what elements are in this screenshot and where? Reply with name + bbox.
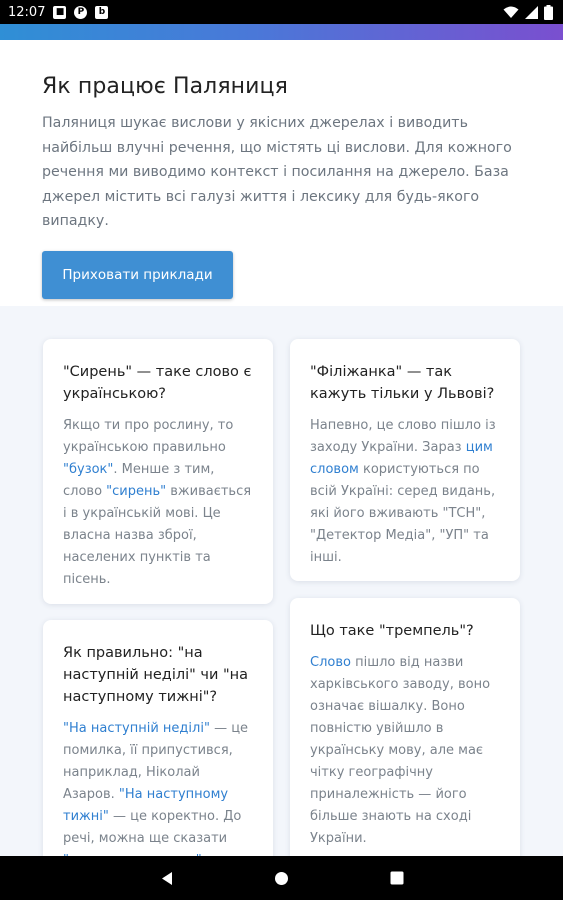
notification-b-icon: b <box>95 5 109 19</box>
example-card: Як правильно: "на наступній неділі" чи "… <box>43 620 273 856</box>
wifi-icon <box>503 6 519 18</box>
example-card-body: "На наступній неділі" — це помилка, її п… <box>63 718 253 856</box>
android-navigation-bar <box>0 856 563 900</box>
status-left: 12:07 ■ P b <box>8 4 109 20</box>
status-right <box>503 4 553 20</box>
example-card-title: Як правильно: "на наступній неділі" чи "… <box>63 645 249 705</box>
notification-p-icon: P <box>74 5 88 19</box>
example-link[interactable]: "На наступній неділі" <box>63 721 210 736</box>
examples-section: "Сирень" — таке слово є українською? Якщ… <box>0 306 563 856</box>
example-card-title: Що таке "тремпель"? <box>310 623 474 639</box>
example-card-title: "Сирень" — таке слово є українською? <box>63 364 252 402</box>
example-text: пішло від назви харківського заводу, вон… <box>310 655 491 846</box>
example-card-body: Якщо ти про рослину, то українською прав… <box>63 415 253 591</box>
example-card: "Філіжанка" — так кажуть тільки у Львові… <box>290 339 520 581</box>
how-it-works-section: Як працює Паляниця Паляниця шукає вислов… <box>0 40 563 306</box>
example-card-body: Напевно, це слово пішло із заходу Україн… <box>310 415 500 569</box>
hide-examples-button[interactable]: Приховати приклади <box>42 250 233 299</box>
example-link[interactable]: "сирень" <box>106 484 166 499</box>
home-icon[interactable] <box>272 868 292 888</box>
example-card-title: "Філіжанка" — так кажуть тільки у Львові… <box>310 364 495 402</box>
example-text: Якщо ти про рослину, то українською прав… <box>63 418 234 455</box>
section-description: Паляниця шукає вислови у якісних джерела… <box>42 115 512 229</box>
example-link[interactable]: "бузок" <box>63 462 113 477</box>
example-card: "Сирень" — таке слово є українською? Якщ… <box>43 339 273 604</box>
status-bar: 12:07 ■ P b <box>0 0 563 24</box>
example-card: Що таке "тремпель"? Слово пішло від назв… <box>290 598 520 856</box>
back-icon[interactable] <box>157 868 177 888</box>
status-time: 12:07 <box>8 4 46 20</box>
example-text: користуються по всій Україні: серед вида… <box>310 462 496 565</box>
header-gradient-bar <box>0 24 563 40</box>
recents-icon[interactable] <box>387 868 407 888</box>
battery-icon <box>544 4 553 20</box>
example-text: вживається і в українській мові. Це влас… <box>63 484 252 587</box>
section-title: Як працює Паляниця <box>42 74 288 99</box>
example-link[interactable]: Слово <box>310 655 351 670</box>
example-card-body: Слово пішло від назви харківського завод… <box>310 652 500 850</box>
signal-icon <box>525 5 538 19</box>
notification-square-icon: ■ <box>53 5 67 19</box>
